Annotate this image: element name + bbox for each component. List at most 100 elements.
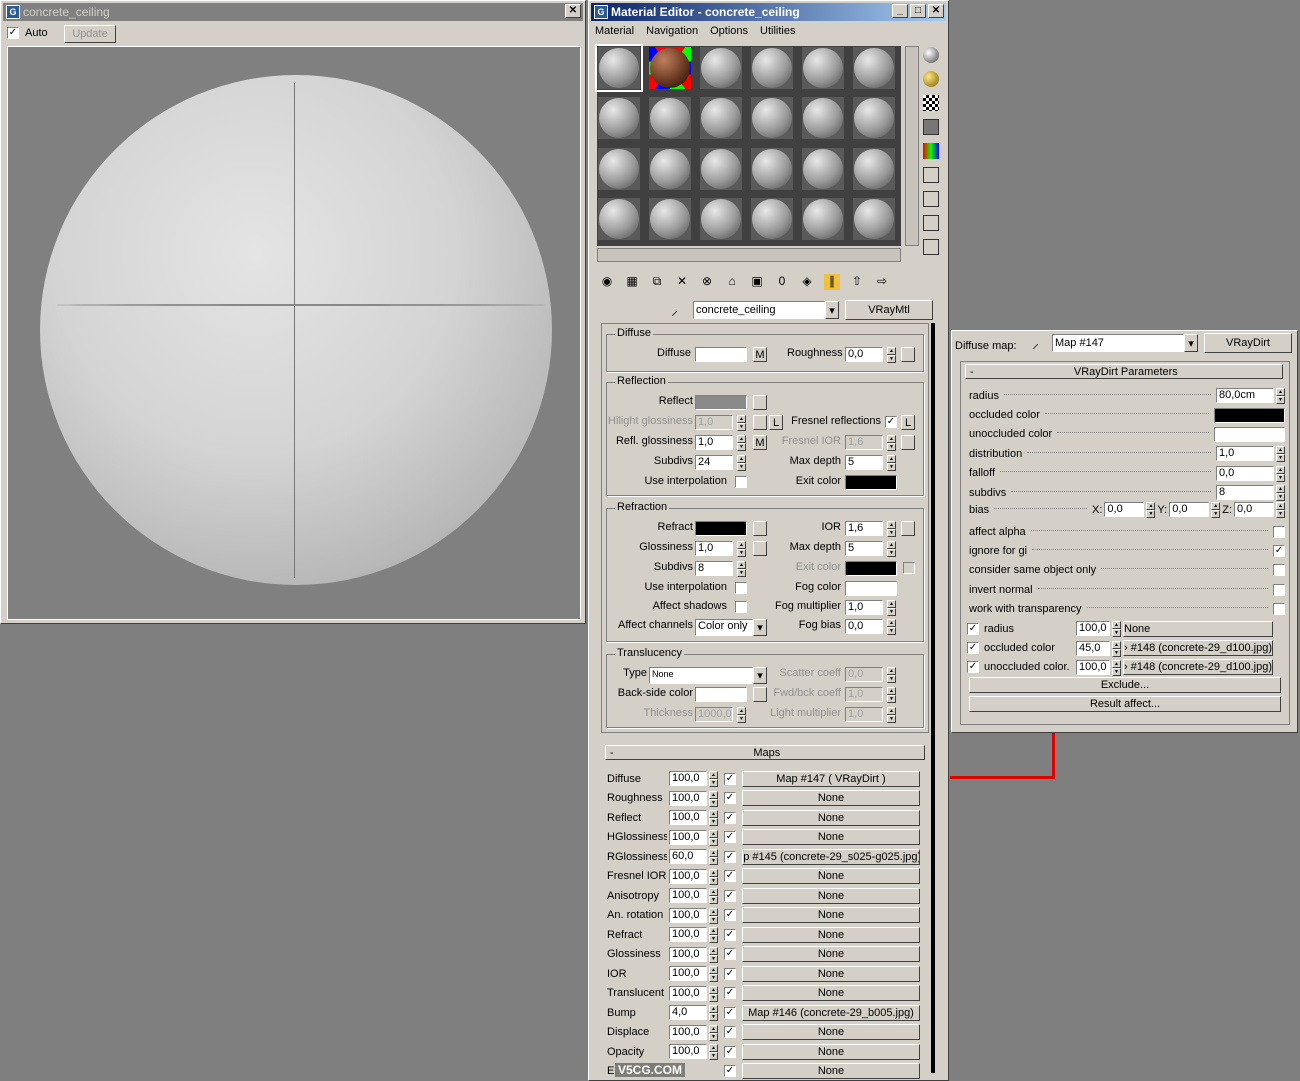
- bias-x-field[interactable]: 0,0: [1104, 502, 1145, 517]
- background-icon[interactable]: [923, 95, 939, 111]
- map-amount-spinner[interactable]: ▲ ▼: [709, 888, 718, 905]
- sample-slot[interactable]: [801, 196, 845, 241]
- map-amount-spinner[interactable]: ▲ ▼: [709, 927, 718, 944]
- map-amount-spinner[interactable]: ▲ ▼: [709, 985, 718, 1002]
- slots-hscrollbar[interactable]: [597, 248, 901, 262]
- close-icon[interactable]: ✕: [565, 4, 581, 18]
- dirt-map-checkbox[interactable]: ✓: [967, 622, 979, 635]
- fresnel-ior-spinner[interactable]: ▲ ▼: [887, 435, 896, 451]
- fog-mult-field[interactable]: 1,0: [845, 600, 883, 615]
- sample-slot[interactable]: [597, 146, 641, 191]
- pick-map-icon[interactable]: ⸝: [1032, 334, 1039, 353]
- fog-bias-field[interactable]: 0,0: [845, 619, 883, 634]
- translucency-type-dropdown[interactable]: None: [649, 667, 753, 684]
- map-slot-button[interactable]: None: [742, 985, 920, 1002]
- map-name-field[interactable]: Map #147: [1052, 334, 1184, 352]
- map-amount-spinner[interactable]: ▲ ▼: [709, 1044, 718, 1061]
- menu-material[interactable]: Material: [595, 25, 634, 37]
- map-enable-checkbox[interactable]: ✓: [724, 850, 736, 863]
- sample-slot[interactable]: [699, 146, 743, 191]
- dirt-map-amount[interactable]: 100,0: [1076, 659, 1110, 675]
- get-material-icon[interactable]: ◉: [599, 274, 615, 290]
- map-amount-field[interactable]: 100,0: [669, 907, 707, 923]
- dirt-map-checkbox[interactable]: ✓: [967, 642, 979, 655]
- make-preview-icon[interactable]: [923, 167, 939, 183]
- map-slot-button[interactable]: Map #147 ( VRayDirt ): [742, 770, 920, 787]
- reflect-map-button[interactable]: [753, 395, 767, 410]
- editor-titlebar[interactable]: G Material Editor - concrete_ceiling _ □…: [591, 3, 946, 21]
- refl-interp-checkbox[interactable]: [735, 476, 747, 488]
- map-enable-checkbox[interactable]: ✓: [724, 948, 736, 961]
- video-check-icon[interactable]: [923, 143, 939, 159]
- menu-navigation[interactable]: Navigation: [646, 25, 698, 37]
- fresnel-ior-field[interactable]: 1,6: [845, 435, 883, 450]
- map-slot-button[interactable]: None: [742, 1024, 920, 1041]
- ior-spinner[interactable]: ▲ ▼: [887, 521, 896, 537]
- dirt-map-spinner[interactable]: ▲ ▼: [1112, 640, 1121, 657]
- thickness-field[interactable]: 1000,0: [695, 707, 733, 722]
- dirt-same_object-checkbox[interactable]: [1273, 564, 1285, 577]
- material-type-button[interactable]: VRayMtl: [845, 300, 933, 320]
- show-end-result-icon[interactable]: ◈: [799, 274, 815, 290]
- sample-slot[interactable]: [852, 46, 896, 90]
- menu-options[interactable]: Options: [710, 25, 748, 37]
- backside-color-swatch[interactable]: [695, 687, 747, 702]
- material-name-field[interactable]: concrete_ceiling: [693, 301, 825, 319]
- refr-gloss-field[interactable]: 1,0: [695, 541, 733, 556]
- sample-slot[interactable]: [750, 46, 794, 90]
- map-amount-spinner[interactable]: ▲ ▼: [709, 849, 718, 866]
- refl-gloss-map-button[interactable]: M: [753, 435, 767, 450]
- affect-shadows-checkbox[interactable]: [735, 601, 747, 613]
- sample-slot[interactable]: [648, 46, 692, 90]
- minimize-icon[interactable]: _: [892, 4, 908, 18]
- refr-subdivs-spinner[interactable]: ▲ ▼: [737, 561, 746, 577]
- dirt-affect_alpha-checkbox[interactable]: [1273, 525, 1285, 538]
- material-dropdown-icon[interactable]: ▾: [825, 301, 839, 319]
- map-enable-checkbox[interactable]: ✓: [724, 831, 736, 844]
- backlight-icon[interactable]: [923, 71, 939, 87]
- map-enable-checkbox[interactable]: ✓: [724, 967, 736, 980]
- map-enable-checkbox[interactable]: ✓: [724, 870, 736, 883]
- go-to-parent-icon[interactable]: ∥: [824, 274, 840, 290]
- sample-slot[interactable]: [648, 146, 692, 191]
- refl-gloss-spinner[interactable]: ▲ ▼: [737, 435, 746, 451]
- vraydirt-params-header[interactable]: - VRayDirt Parameters: [965, 364, 1283, 379]
- map-amount-field[interactable]: 100,0: [669, 790, 707, 806]
- map-amount-spinner[interactable]: ▲ ▼: [709, 771, 718, 788]
- sample-slot[interactable]: [699, 96, 743, 141]
- assign-material-icon[interactable]: ⧉: [649, 274, 665, 290]
- map-amount-field[interactable]: 60,0: [669, 849, 707, 865]
- fwd-bck-field[interactable]: 1,0: [845, 687, 883, 702]
- ior-field[interactable]: 1,6: [845, 521, 883, 536]
- go-forward-icon[interactable]: ⇧: [849, 274, 865, 290]
- map-enable-checkbox[interactable]: ✓: [724, 772, 736, 785]
- pick-material-icon[interactable]: ⸝: [671, 301, 691, 320]
- map-dropdown-icon[interactable]: ▾: [1184, 334, 1198, 352]
- dirt-distribution-field[interactable]: 1,0: [1216, 446, 1274, 462]
- ior-map-button[interactable]: [901, 521, 915, 536]
- map-amount-spinner[interactable]: ▲ ▼: [709, 810, 718, 827]
- map-amount-field[interactable]: 100,0: [669, 1024, 707, 1040]
- map-enable-checkbox[interactable]: ✓: [724, 1026, 736, 1039]
- sample-slot[interactable]: [699, 46, 743, 90]
- fresnel-lock-button[interactable]: L: [901, 415, 915, 430]
- map-amount-field[interactable]: 100,0: [669, 888, 707, 904]
- map-amount-field[interactable]: 100,0: [669, 868, 707, 884]
- map-enable-checkbox[interactable]: ✓: [724, 792, 736, 805]
- dirt-subdivs-spinner[interactable]: ▲ ▼: [1276, 485, 1285, 502]
- dirt-map-spinner[interactable]: ▲ ▼: [1112, 621, 1121, 638]
- refl-max-depth-field[interactable]: 5: [845, 455, 883, 470]
- options-icon[interactable]: [923, 191, 939, 207]
- sample-slot[interactable]: [597, 196, 641, 241]
- map-enable-checkbox[interactable]: ✓: [724, 928, 736, 941]
- dirt-map-checkbox[interactable]: ✓: [967, 661, 979, 674]
- dirt-map-button[interactable]: None: [1123, 620, 1273, 637]
- bias-y-field[interactable]: 0,0: [1169, 502, 1210, 517]
- sample-slot[interactable]: [852, 96, 896, 141]
- refl-max-depth-spinner[interactable]: ▲ ▼: [887, 455, 896, 471]
- refr-exit-checkbox[interactable]: [903, 562, 915, 574]
- dirt-radius-field[interactable]: 80,0cm: [1216, 388, 1274, 404]
- dirt-work_transp-checkbox[interactable]: [1273, 603, 1285, 616]
- menu-utilities[interactable]: Utilities: [760, 25, 795, 37]
- dirt-map-button[interactable]: › #148 (concrete-29_d100.jpg): [1123, 659, 1273, 676]
